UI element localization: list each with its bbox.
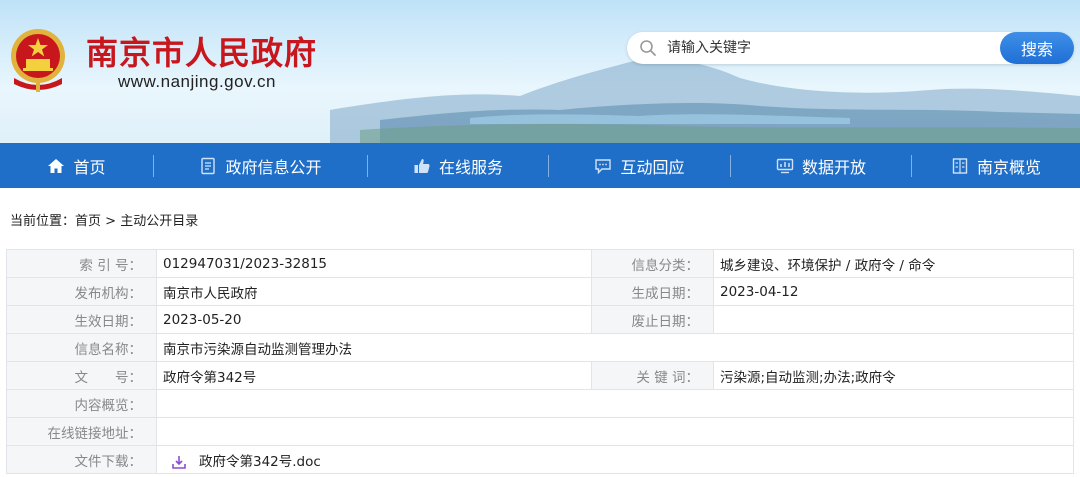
info-name-label: 信息名称： — [6, 333, 157, 362]
keywords-value: 污染源;自动监测;办法;政府令 — [713, 361, 1074, 390]
table-row: 文 号： 政府令第342号 关 键 词： 污染源;自动监测;办法;政府令 — [6, 361, 1074, 390]
table-row: 在线链接地址： — [6, 417, 1074, 446]
category-value: 城乡建设、环境保护 / 政府令 / 命令 — [713, 249, 1074, 278]
nav-item-online-service[interactable]: 在线服务 — [368, 143, 548, 188]
download-icon[interactable] — [171, 454, 187, 470]
publisher-label: 发布机构： — [6, 277, 157, 306]
site-url: www.nanjing.gov.cn — [118, 72, 276, 91]
nav-item-nanjing-overview[interactable]: 南京概览 — [912, 143, 1080, 188]
nav-item-gov-info[interactable]: 政府信息公开 — [154, 143, 367, 188]
nav-label: 数据开放 — [801, 157, 866, 177]
nav-label: 南京概览 — [976, 157, 1041, 177]
breadcrumb-separator: > — [101, 214, 121, 229]
download-file-link[interactable]: 政府令第342号.doc — [199, 454, 321, 470]
download-cell: 政府令第342号.doc — [156, 445, 1074, 474]
search-button[interactable]: 搜索 — [1000, 32, 1074, 64]
breadcrumb: 当前位置：首页 > 主动公开目录 — [10, 210, 198, 229]
search-box: 搜索 — [627, 32, 1074, 64]
thumbs-up-icon — [414, 158, 430, 173]
nav-item-interaction[interactable]: 互动回应 — [549, 143, 730, 188]
table-row: 信息名称： 南京市污染源自动监测管理办法 — [6, 333, 1074, 362]
table-row: 发布机构： 南京市人民政府 生成日期： 2023-04-12 — [6, 277, 1074, 306]
info-name-value: 南京市污染源自动监测管理办法 — [156, 333, 1074, 362]
created-date-value: 2023-04-12 — [713, 277, 1074, 306]
breadcrumb-prefix: 当前位置： — [10, 214, 76, 229]
nav-label: 在线服务 — [438, 157, 503, 177]
breadcrumb-home-link[interactable]: 首页 — [75, 210, 101, 229]
site-title: 南京市人民政府 — [86, 34, 318, 72]
info-table: 索 引 号： 012947031/2023-32815 信息分类： 城乡建设、环… — [6, 249, 1074, 474]
chat-icon — [595, 158, 612, 174]
doc-number-label: 文 号： — [6, 361, 157, 390]
header-banner: 南京市人民政府 www.nanjing.gov.cn 搜索 — [0, 0, 1080, 143]
document-icon — [201, 157, 216, 174]
index-label: 索 引 号： — [6, 249, 157, 278]
main-nav: 首页 政府信息公开 在线服务 互动回应 数据开放 南京概览 — [0, 143, 1080, 188]
table-row: 索 引 号： 012947031/2023-32815 信息分类： 城乡建设、环… — [6, 249, 1074, 278]
summary-label: 内容概览： — [6, 389, 157, 418]
nav-item-open-data[interactable]: 数据开放 — [731, 143, 911, 188]
abolished-date-label: 废止日期： — [591, 305, 714, 334]
table-row: 生效日期： 2023-05-20 废止日期： — [6, 305, 1074, 334]
summary-value — [156, 389, 1074, 418]
effective-date-value: 2023-05-20 — [156, 305, 592, 334]
abolished-date-value — [713, 305, 1074, 334]
online-link-label: 在线链接地址： — [6, 417, 157, 446]
publisher-value: 南京市人民政府 — [156, 277, 592, 306]
nav-label: 互动回应 — [620, 157, 685, 177]
breadcrumb-current[interactable]: 主动公开目录 — [120, 210, 198, 229]
keywords-label: 关 键 词： — [591, 361, 714, 390]
building-icon — [952, 157, 968, 174]
index-value: 012947031/2023-32815 — [156, 249, 592, 278]
nav-label: 首页 — [73, 157, 106, 177]
search-icon — [640, 40, 656, 56]
national-emblem-icon — [11, 29, 65, 92]
download-label: 文件下载： — [6, 445, 157, 474]
data-screen-icon — [776, 158, 794, 173]
doc-number-value: 政府令第342号 — [156, 361, 592, 390]
online-link-value — [156, 417, 1074, 446]
created-date-label: 生成日期： — [591, 277, 714, 306]
nav-label: 政府信息公开 — [225, 157, 322, 177]
category-label: 信息分类： — [591, 249, 714, 278]
search-input[interactable] — [667, 36, 987, 60]
home-icon — [48, 158, 65, 173]
table-row: 文件下载： 政府令第342号.doc — [6, 445, 1074, 474]
nav-item-home[interactable]: 首页 — [0, 143, 153, 188]
effective-date-label: 生效日期： — [6, 305, 157, 334]
table-row: 内容概览： — [6, 389, 1074, 418]
